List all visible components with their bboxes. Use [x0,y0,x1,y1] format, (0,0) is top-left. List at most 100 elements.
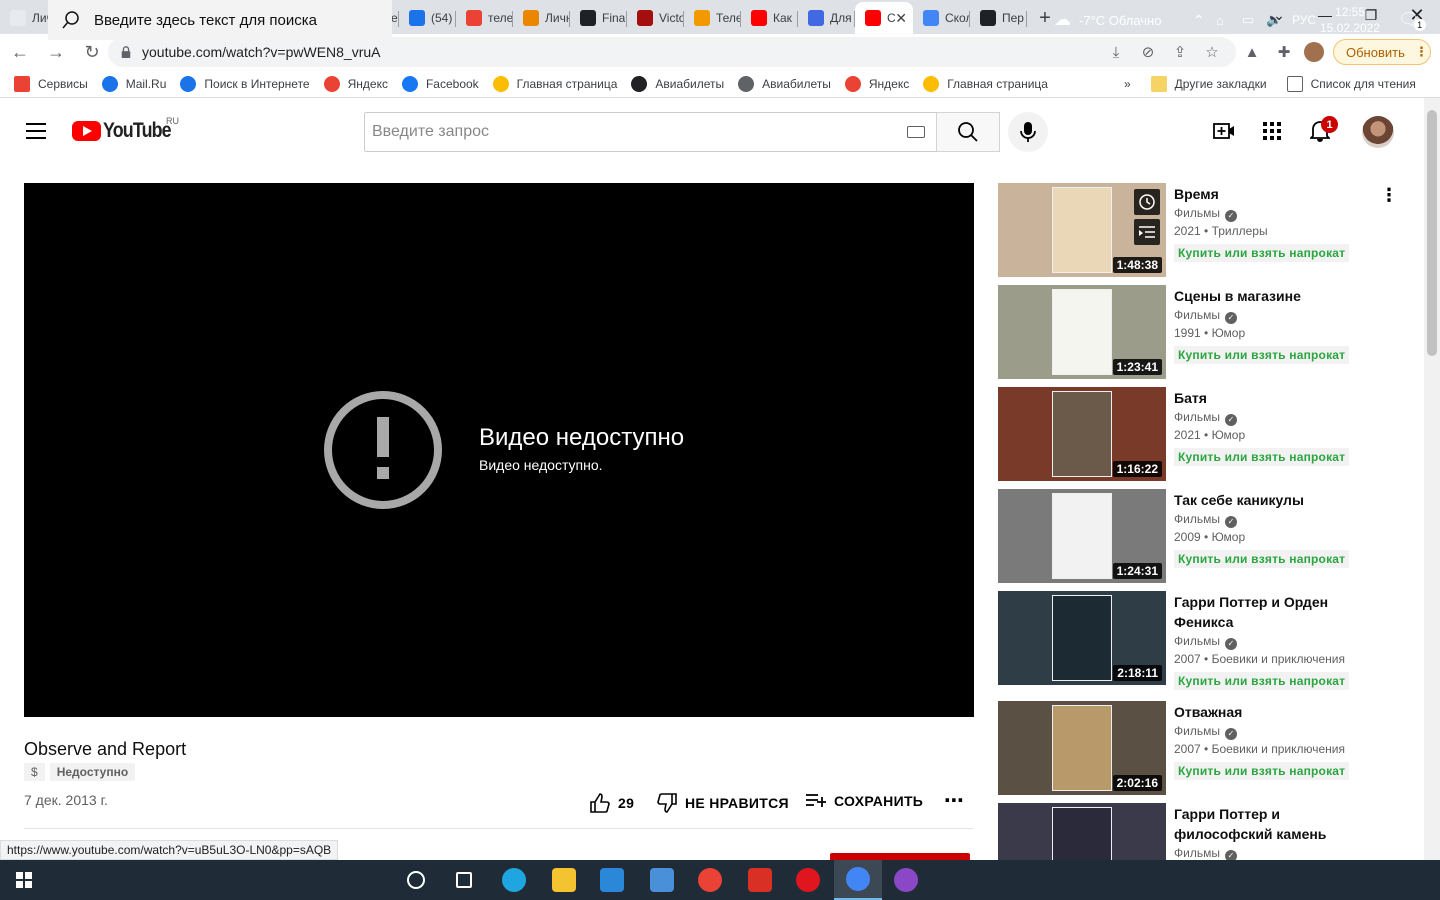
update-browser-button[interactable]: Обновить ⋮ [1333,39,1431,65]
recommendation-item[interactable]: 1:48:38 Время Фильмы ✓ 2021 • Триллеры Купить… [998,183,1408,277]
reload-icon[interactable]: ↻ [76,36,108,68]
page-scrollbar[interactable] [1424,98,1440,860]
volume-icon[interactable]: 🔈 [1266,0,1282,40]
browser-tab[interactable]: Пер [970,2,1027,34]
recommendation-item[interactable]: 2:18:11 Гарри Поттер и Орден Феникса Фильм… [998,591,1408,690]
other-bookmarks[interactable]: Другие закладки [1150,75,1267,92]
tracking-off-icon[interactable]: ⊘ [1138,42,1158,62]
browser-tab[interactable]: Victo [627,2,684,34]
input-language[interactable]: РУС [1292,0,1316,40]
add-to-queue-icon[interactable] [1134,219,1160,245]
bookmark-item[interactable]: Яндекс [323,75,388,92]
taskbar-app-edge[interactable] [490,860,538,900]
bookmark-item[interactable]: Главная страница [923,75,1048,92]
guide-menu-icon[interactable] [26,123,46,139]
recommendation-channel[interactable]: Фильмы ✓ [1174,510,1237,528]
buy-or-rent-badge[interactable]: Купить или взять напрокат [1174,448,1350,466]
buy-or-rent-badge[interactable]: Купить или взять напрокат [1174,762,1350,780]
recommendation-title[interactable]: Батя [1174,388,1364,408]
recommendation-channel[interactable]: Фильмы ✓ [1174,632,1237,650]
bookmark-item[interactable]: Поиск в Интернете [180,75,310,92]
browser-tab-active[interactable]: С ✕ [855,2,913,34]
bookmark-item[interactable]: Facebook [401,75,479,92]
taskbar-app-widgets[interactable] [440,860,488,900]
video-player[interactable]: Видео недоступно Видео недоступно. [24,183,974,717]
buy-or-rent-badge[interactable]: Купить или взять напрокат [1174,244,1350,262]
taskbar-app-tor[interactable] [882,860,930,900]
recommendation-channel[interactable]: Фильмы ✓ [1174,204,1237,222]
recommendation-item[interactable]: 1:24:31 Так себе каникулы Фильмы ✓ 2009 • Юм… [998,489,1408,583]
save-button[interactable]: СОХРАНИТЬ [806,793,923,809]
buy-or-rent-badge[interactable]: Купить или взять напрокат [1174,672,1350,690]
browser-tab[interactable]: Как [741,2,798,34]
recommendation-item[interactable]: 2:02:16 Отважная Фильмы ✓ 2007 • Боевики и п… [998,701,1408,795]
scrollbar-thumb[interactable] [1427,110,1437,356]
bookmark-item[interactable]: Mail.Ru [101,75,166,92]
search-button[interactable] [936,112,1000,152]
taskbar-app-chrome[interactable] [834,860,882,900]
voice-search-button[interactable] [1008,112,1048,152]
subscribe-button-edge[interactable] [830,853,970,860]
taskbar-app-explorer[interactable] [540,860,588,900]
browser-tab[interactable]: (54) [399,2,456,34]
recommendation-thumbnail[interactable]: 2:02:16 [998,701,1166,795]
install-icon[interactable]: ⤓ [1106,42,1126,62]
taskbar-app-opera[interactable] [784,860,832,900]
buy-or-rent-badge[interactable]: Купить или взять напрокат [1174,346,1350,364]
taskbar-app-task-view[interactable] [392,860,440,900]
search-input[interactable] [372,123,892,141]
recommendation-channel[interactable]: Фильмы ✓ [1174,306,1237,324]
windows-start-button[interactable] [0,860,48,900]
recommendation-title[interactable]: Сцены в магазине [1174,286,1364,306]
recommendation-item[interactable]: 1:23:41 Сцены в магазине Фильмы ✓ 1991 • Юмо… [998,285,1408,379]
extensions-puzzle-icon[interactable]: ✚ [1274,42,1294,62]
like-button[interactable]: 29 [590,793,634,813]
keyboard-icon[interactable] [907,126,925,138]
recommendation-thumbnail[interactable]: 1:16:22 [998,387,1166,481]
taskbar-clock[interactable]: 12:55 15.02.2022 [1318,4,1382,36]
watch-later-icon[interactable] [1134,189,1160,215]
recommendation-item[interactable]: 1:16:22 Батя Фильмы ✓ 2021 • Юмор Купить или … [998,387,1408,481]
recommendation-title[interactable]: Время [1174,184,1364,204]
bookmark-star-icon[interactable]: ☆ [1202,42,1222,62]
recommendation-thumbnail[interactable]: 2:18:11 [998,591,1166,685]
address-bar[interactable]: youtube.com/watch?v=pwWEN8_vruA [108,37,1236,67]
browser-tab[interactable]: Для [798,2,855,34]
dislike-button[interactable]: НЕ НРАВИТСЯ [657,793,789,813]
forward-icon[interactable]: → [40,36,72,68]
back-icon[interactable]: ← [4,36,36,68]
taskbar-app-yandex[interactable] [736,860,784,900]
browser-tab[interactable]: Личн [513,2,570,34]
bookmark-item[interactable]: Сервисы [14,75,88,92]
weather-widget[interactable]: ☁ -7°C Облачно [1054,0,1161,40]
taskbar-app-store[interactable] [588,860,636,900]
browser-tab[interactable]: Теле [684,2,741,34]
recommendation-title[interactable]: Так себе каникулы [1174,490,1364,510]
browser-tab[interactable]: Скол [913,2,970,34]
bookmark-item[interactable]: Авиабилеты [738,75,831,92]
extension-a-icon[interactable]: ▲ [1242,42,1262,62]
recommendation-thumbnail[interactable]: 1:24:31 [998,489,1166,583]
display-icon[interactable]: ▭ [1242,0,1254,40]
profile-avatar-icon[interactable] [1304,42,1324,62]
browser-tab[interactable]: теле [456,2,513,34]
bookmarks-overflow-button[interactable]: » [1124,77,1131,91]
youtube-logo[interactable]: YouTube RU [72,116,183,143]
taskbar-app-yandex-browser[interactable] [686,860,734,900]
tray-chevron-icon[interactable]: ⌃ [1193,0,1205,40]
apps-grid-icon[interactable] [1260,119,1284,143]
bookmark-item[interactable]: Яндекс [844,75,909,92]
share-icon[interactable]: ⇪ [1170,42,1190,62]
recommendation-channel[interactable]: Фильмы ✓ [1174,722,1237,740]
recommendation-thumbnail[interactable]: 1:23:41 [998,285,1166,379]
browser-tab[interactable]: Fina [570,2,627,34]
recommendation-title[interactable]: Гарри Поттер и философский камень [1174,804,1364,844]
close-tab-icon[interactable]: ✕ [895,10,907,27]
recommendation-menu-icon[interactable]: ⋮ [1380,185,1398,206]
buy-or-rent-badge[interactable]: Купить или взять напрокат [1174,550,1350,568]
taskbar-app-mail[interactable] [638,860,686,900]
bookmark-item[interactable]: Авиабилеты [631,75,724,92]
bookmark-item[interactable]: Главная страница [492,75,617,92]
network-icon[interactable]: ⌂ [1216,0,1224,40]
more-actions-icon[interactable]: ⋯ [944,788,964,813]
